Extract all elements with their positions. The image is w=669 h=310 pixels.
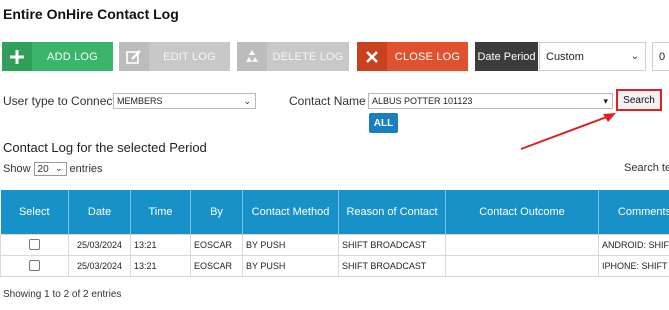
user-type-label: User type to Connect (3, 94, 116, 108)
col-header-select[interactable]: Select (0, 190, 69, 235)
user-type-label-group: User type to Connect * (3, 94, 124, 108)
add-log-label: ADD LOG (47, 50, 98, 63)
table-search-label: Search te (624, 162, 669, 174)
outcome-cell (445, 234, 599, 256)
reason-cell: SHIFT BROADCAST (338, 255, 446, 277)
delete-log-label: DELETE LOG (272, 50, 344, 63)
date-cell: 25/03/2024 (68, 234, 131, 256)
date-period-value: Custom (546, 50, 584, 63)
show-label: Show (3, 163, 31, 175)
comments-cell: IPHONE: SHIFT AVAILAB... (598, 255, 669, 277)
method-cell: BY PUSH (242, 255, 339, 277)
entries-value: 20 (37, 163, 49, 175)
edit-icon (119, 42, 149, 71)
entries-select[interactable]: 20 ⌄ (33, 162, 67, 176)
add-log-button[interactable]: ADD LOG (2, 42, 113, 71)
date-period-label: Date Period (475, 42, 538, 71)
row-checkbox[interactable] (29, 259, 40, 271)
plus-icon (2, 42, 32, 71)
section-title: Contact Log for the selected Period (3, 140, 207, 155)
search-button[interactable]: Search (616, 89, 662, 111)
method-cell: BY PUSH (242, 234, 339, 256)
col-header-reason[interactable]: Reason of Contact (338, 190, 446, 235)
col-header-outcome[interactable]: Contact Outcome (445, 190, 599, 235)
col-header-date[interactable]: Date (68, 190, 131, 235)
col-header-contact-method[interactable]: Contact Method (242, 190, 339, 235)
chevron-down-icon: ⌄ (630, 51, 639, 62)
time-cell: 13:21 (130, 255, 191, 277)
annotation-arrow (520, 113, 616, 150)
close-log-button[interactable]: CLOSE LOG (357, 42, 468, 71)
col-header-by[interactable]: By (190, 190, 243, 235)
by-cell: EOSCAR (190, 255, 243, 277)
user-type-value: MEMBERS (117, 96, 163, 106)
table-row[interactable]: 25/03/2024 13:21 EOSCAR BY PUSH SHIFT BR… (0, 255, 669, 277)
date-period-select[interactable]: Custom ⌄ (539, 42, 646, 71)
chevron-down-icon: ⌄ (243, 96, 251, 106)
entries-label: entries (69, 163, 103, 175)
table-header-row: Select Date Time By Contact Method Reaso… (0, 190, 669, 235)
contact-name-label: Contact Name (289, 94, 366, 108)
row-checkbox[interactable] (29, 238, 40, 250)
outcome-cell (445, 255, 599, 277)
col-header-comments[interactable]: Comments (598, 190, 669, 235)
close-icon (357, 42, 387, 71)
date-cell: 25/03/2024 (68, 255, 131, 277)
date-input[interactable]: 0 (652, 42, 669, 71)
recycle-icon (237, 42, 267, 71)
comments-cell: ANDROID: SHIFT AVAIL... (598, 234, 669, 256)
close-log-label: CLOSE LOG (394, 50, 461, 63)
row-select-cell (0, 234, 69, 256)
row-select-cell (0, 255, 69, 277)
edit-log-button[interactable]: EDIT LOG (119, 42, 230, 71)
reason-cell: SHIFT BROADCAST (338, 234, 446, 256)
col-header-time[interactable]: Time (130, 190, 191, 235)
user-type-select[interactable]: MEMBERS ⌄ (113, 93, 256, 109)
by-cell: EOSCAR (190, 234, 243, 256)
caret-down-icon: ▾ (603, 96, 608, 106)
contact-name-select[interactable]: ALBUS POTTER 101123 ▾ (368, 93, 613, 109)
chevron-down-icon: ⌄ (54, 163, 63, 173)
edit-log-label: EDIT LOG (163, 50, 216, 63)
contact-log-table: Select Date Time By Contact Method Reaso… (0, 190, 669, 280)
contact-name-label-group: Contact Name * (289, 94, 374, 108)
show-entries: Show 20 ⌄ entries (3, 162, 103, 176)
table-row[interactable]: 25/03/2024 13:21 EOSCAR BY PUSH SHIFT BR… (0, 234, 669, 256)
all-button[interactable]: ALL (369, 113, 398, 133)
contact-name-value: ALBUS POTTER 101123 (372, 96, 473, 106)
table-info: Showing 1 to 2 of 2 entries (3, 289, 122, 300)
delete-log-button[interactable]: DELETE LOG (237, 42, 349, 71)
time-cell: 13:21 (130, 234, 191, 256)
page-title: Entire OnHire Contact Log (3, 6, 179, 22)
